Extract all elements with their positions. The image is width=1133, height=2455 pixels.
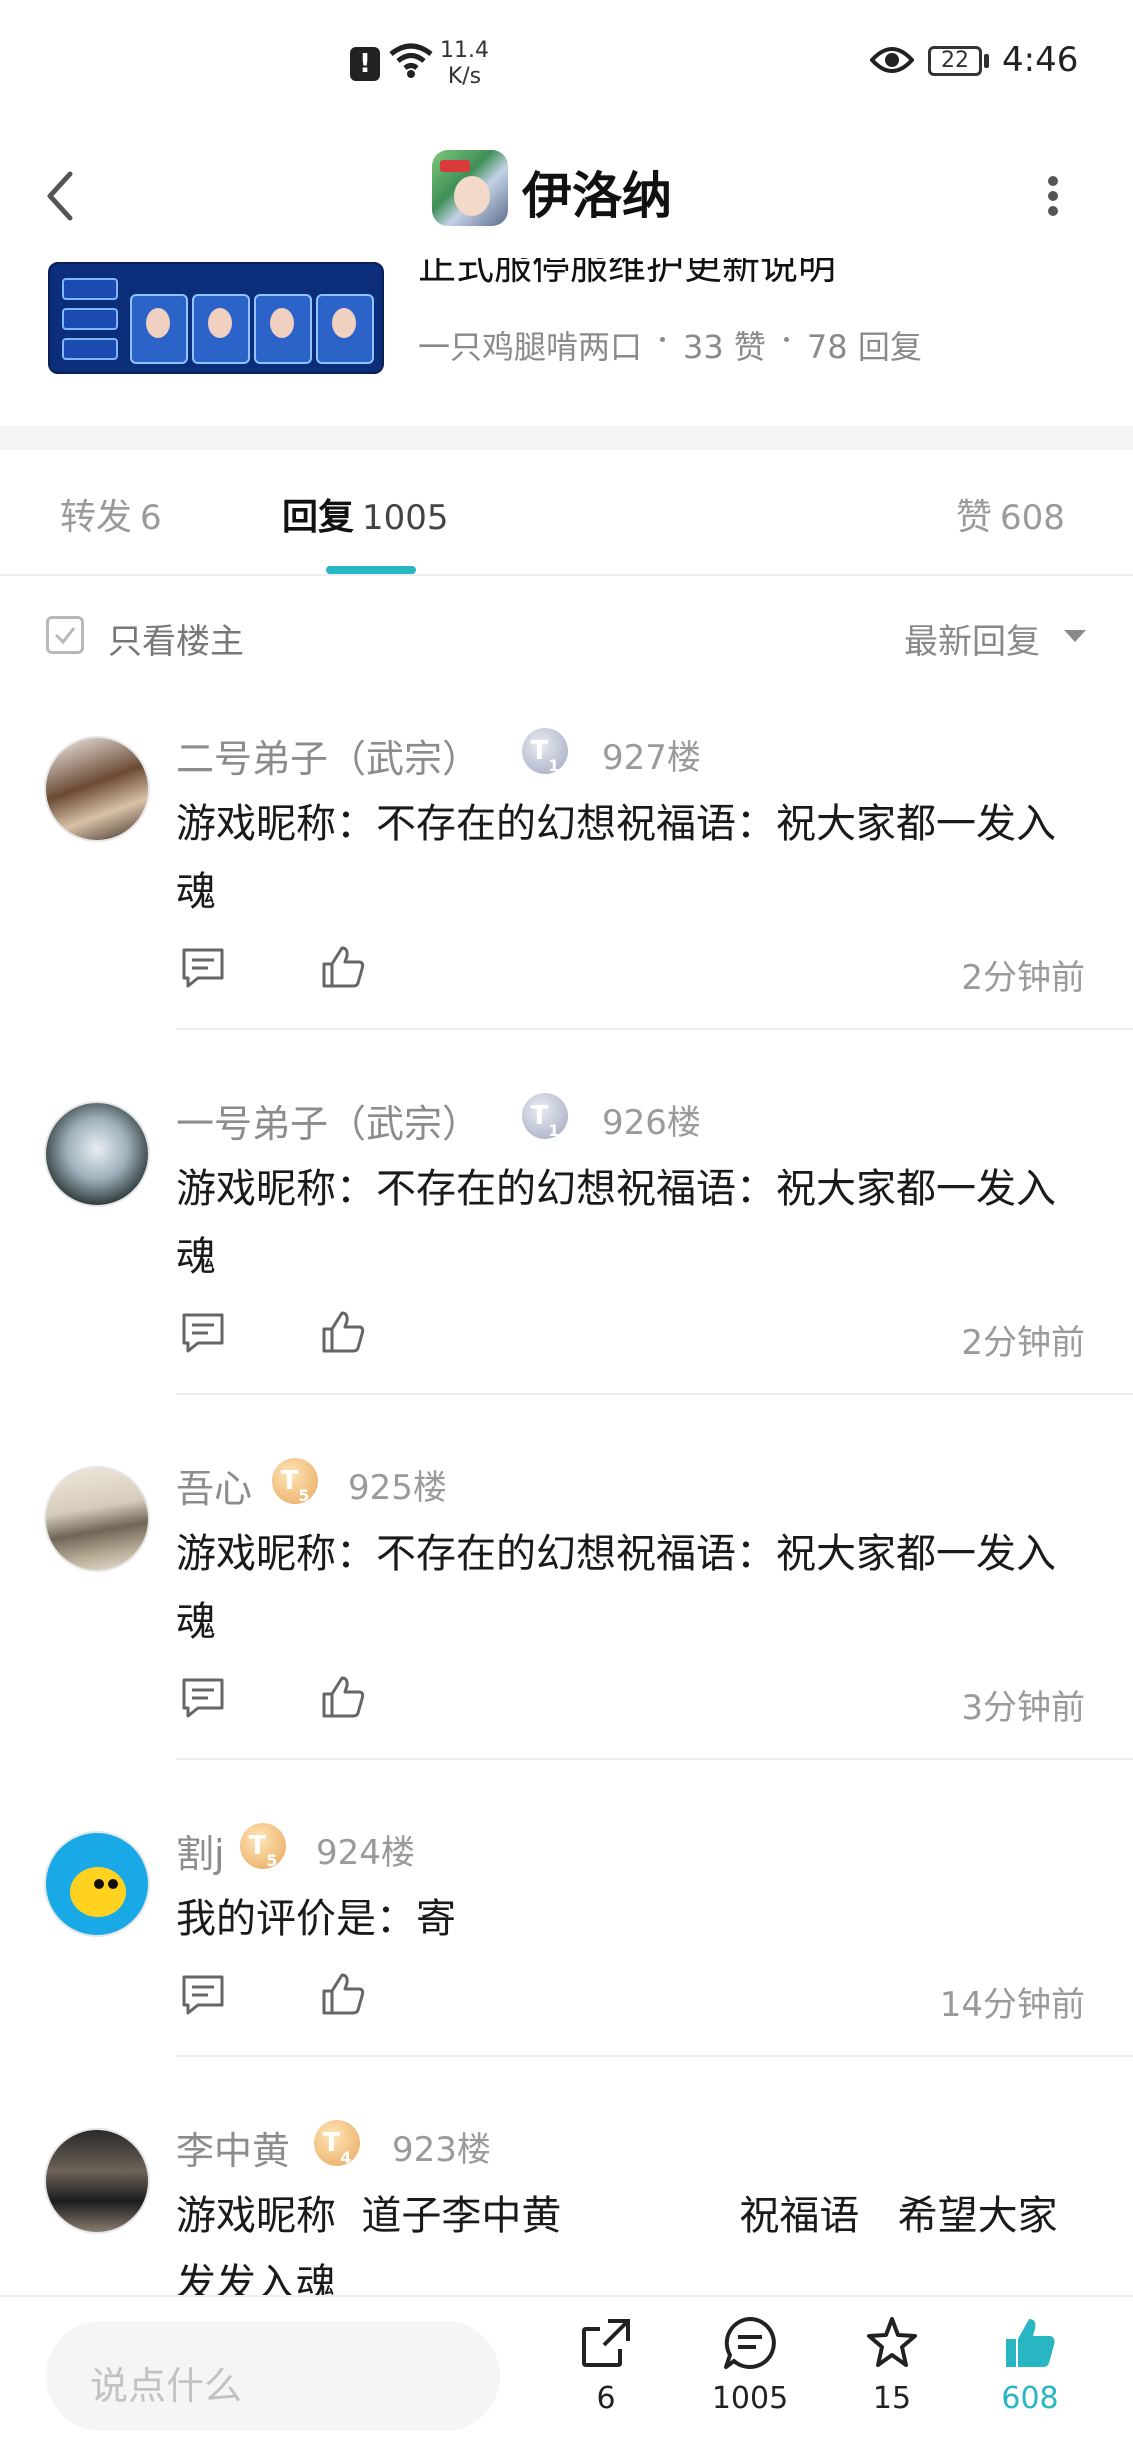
clock: 4:46 bbox=[1002, 40, 1079, 80]
tab-likes[interactable]: 赞 608 bbox=[956, 488, 1065, 540]
back-arrow-icon[interactable] bbox=[42, 168, 78, 224]
net-speed: 11.4 K/s bbox=[440, 38, 489, 89]
floor-number: 924楼 bbox=[316, 1833, 415, 1873]
comment-time: 2分钟前 bbox=[961, 958, 1085, 998]
star-icon bbox=[867, 2317, 917, 2367]
comment-text: 我的评价是：寄 bbox=[176, 1896, 456, 1942]
avatar[interactable] bbox=[44, 1466, 150, 1572]
divider bbox=[176, 1393, 1133, 1395]
only-owner-checkbox[interactable] bbox=[46, 616, 84, 654]
wifi-icon bbox=[389, 43, 433, 78]
avatar[interactable] bbox=[44, 1831, 150, 1937]
username[interactable]: 割j bbox=[176, 1823, 225, 1878]
username[interactable]: 一号弟子（武宗） bbox=[176, 1093, 480, 1148]
avatar[interactable] bbox=[44, 1101, 150, 1207]
comment-input[interactable]: 说点什么 bbox=[46, 2321, 500, 2431]
caret-down-icon[interactable] bbox=[1064, 630, 1086, 642]
floor-number: 923楼 bbox=[392, 2130, 491, 2170]
post-title: 正式服停服维护更新说明 bbox=[418, 258, 837, 288]
thumbs-up-icon[interactable] bbox=[320, 944, 366, 990]
like-button[interactable]: 608 bbox=[970, 2315, 1090, 2416]
level-badge: T5 bbox=[272, 1458, 318, 1505]
avatar[interactable] bbox=[44, 2128, 150, 2234]
thumbs-up-icon[interactable] bbox=[320, 1674, 366, 1720]
level-badge: T1 bbox=[522, 728, 568, 775]
only-owner-label[interactable]: 只看楼主 bbox=[108, 614, 244, 663]
post-thumbnail bbox=[48, 262, 384, 374]
floor-number: 927楼 bbox=[602, 738, 701, 778]
reply-icon[interactable] bbox=[180, 946, 226, 990]
comment-input-placeholder: 说点什么 bbox=[90, 2364, 243, 2408]
filter-row: 只看楼主 最新回复 bbox=[0, 576, 1133, 696]
thumbs-up-icon[interactable] bbox=[320, 1971, 366, 2017]
active-tab-indicator bbox=[326, 566, 416, 574]
username[interactable]: 吾心 bbox=[176, 1458, 252, 1513]
more-options-icon[interactable] bbox=[1046, 174, 1060, 218]
reply-icon[interactable] bbox=[180, 1676, 226, 1720]
comment-bubble-icon bbox=[724, 2317, 776, 2369]
divider bbox=[176, 1758, 1133, 1760]
sort-dropdown[interactable]: 最新回复 bbox=[904, 614, 1040, 663]
divider bbox=[176, 1028, 1133, 1030]
battery-tip bbox=[984, 54, 989, 68]
alert-icon: ! bbox=[350, 47, 380, 81]
post-meta: 一只鸡腿啃两口 33 赞 78 回复 bbox=[418, 322, 922, 368]
comment-time: 2分钟前 bbox=[961, 1323, 1085, 1363]
share-button[interactable]: 6 bbox=[546, 2315, 666, 2416]
tab-reposts[interactable]: 转发 6 bbox=[60, 488, 162, 540]
comment-text: 游戏昵称：不存在的幻想祝福语：祝大家都一发入魂 bbox=[176, 1531, 1056, 1645]
divider bbox=[176, 2055, 1133, 2057]
avatar[interactable] bbox=[44, 736, 150, 842]
eye-comfort-icon bbox=[870, 47, 914, 73]
comment-time: 14分钟前 bbox=[939, 1985, 1085, 2025]
comment-button[interactable]: 1005 bbox=[690, 2315, 810, 2416]
post-author: 一只鸡腿啃两口 bbox=[418, 328, 643, 366]
level-badge: T4 bbox=[314, 2120, 360, 2167]
comment-text: 游戏昵称 道子李中黄 祝福语 希望大家发发入魂 bbox=[176, 2193, 1058, 2295]
comment-text: 游戏昵称：不存在的幻想祝福语：祝大家都一发入魂 bbox=[176, 1166, 1056, 1280]
reply-icon[interactable] bbox=[180, 1311, 226, 1355]
forum-title[interactable]: 伊洛纳 bbox=[522, 156, 672, 228]
comment-item: 李中黄 T4 923楼 游戏昵称 道子李中黄 祝福语 希望大家发发入魂 bbox=[0, 2092, 1133, 2295]
level-badge: T1 bbox=[522, 1093, 568, 1140]
favorite-button[interactable]: 15 bbox=[832, 2315, 952, 2416]
username[interactable]: 李中黄 bbox=[176, 2120, 290, 2175]
reply-icon[interactable] bbox=[180, 1973, 226, 2017]
section-divider bbox=[0, 426, 1133, 450]
comment-time: 3分钟前 bbox=[961, 1688, 1085, 1728]
thumbs-up-filled-icon bbox=[1006, 2319, 1055, 2367]
bottom-action-bar: 说点什么 6 1005 15 608 bbox=[0, 2295, 1133, 2455]
share-icon bbox=[582, 2319, 630, 2367]
status-bar: ! 11.4 K/s 22 4:46 bbox=[0, 0, 1133, 130]
battery-icon: 22 bbox=[928, 46, 982, 76]
tab-replies[interactable]: 回复 1005 bbox=[282, 488, 449, 540]
top-nav: 伊洛纳 bbox=[0, 130, 1133, 260]
comment-text: 游戏昵称：不存在的幻想祝福语：祝大家都一发入魂 bbox=[176, 801, 1056, 915]
floor-number: 926楼 bbox=[602, 1103, 701, 1143]
username[interactable]: 二号弟子（武宗） bbox=[176, 728, 480, 783]
forum-app-icon[interactable] bbox=[432, 150, 508, 226]
floor-number: 925楼 bbox=[348, 1468, 447, 1508]
post-replies: 78 回复 bbox=[806, 328, 922, 366]
thumbs-up-icon[interactable] bbox=[320, 1309, 366, 1355]
tab-bar: 转发 6 回复 1005 赞 608 bbox=[0, 450, 1133, 576]
level-badge: T5 bbox=[240, 1823, 286, 1870]
post-likes: 33 赞 bbox=[683, 328, 766, 366]
